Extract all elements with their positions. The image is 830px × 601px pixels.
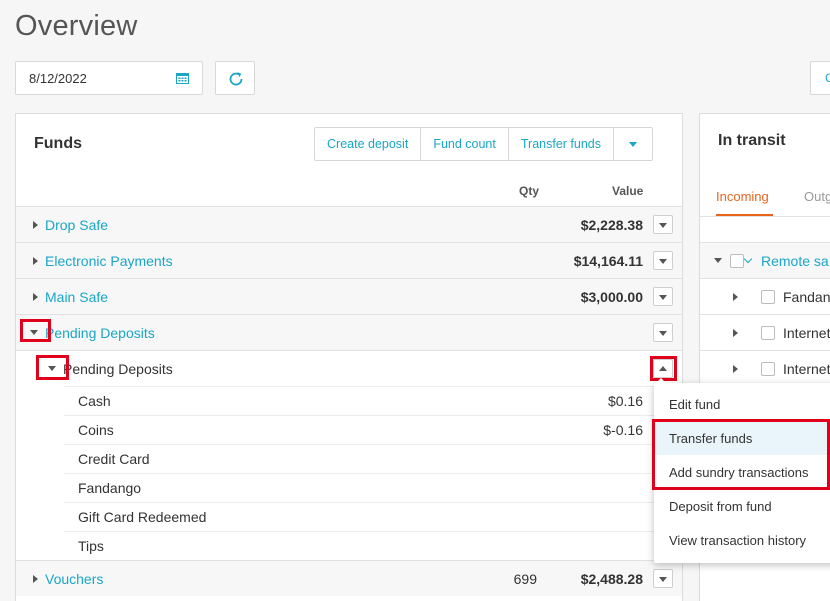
refresh-icon: [229, 72, 243, 86]
expand-icon[interactable]: [33, 575, 38, 583]
fund-label[interactable]: Main Safe: [45, 289, 108, 305]
chevron-down-icon[interactable]: [743, 254, 753, 264]
transit-row[interactable]: Internet: [700, 314, 830, 350]
expand-icon[interactable]: [33, 257, 38, 265]
transit-group-row[interactable]: Remote sa: [700, 242, 830, 278]
row-menu-button[interactable]: [653, 569, 673, 588]
chevron-down-icon: [659, 331, 667, 336]
row-menu-button[interactable]: [653, 287, 673, 306]
calendar-icon[interactable]: [176, 72, 189, 84]
transfer-funds-button[interactable]: Transfer funds: [509, 128, 614, 160]
fund-row-pending-deposits[interactable]: Pending Deposits: [16, 314, 682, 350]
subgroup-label: Pending Deposits: [63, 361, 173, 377]
highlight-box: [36, 355, 69, 380]
tab-incoming[interactable]: Incoming: [716, 189, 769, 204]
chevron-down-icon: [629, 142, 637, 147]
menu-item-edit-fund[interactable]: Edit fund: [654, 387, 830, 421]
list-item: Cash $0.16: [64, 386, 682, 415]
menu-item-view-transaction-history[interactable]: View transaction history: [654, 523, 830, 557]
expand-icon[interactable]: [33, 293, 38, 301]
fund-label[interactable]: Drop Safe: [45, 217, 108, 233]
fund-count-button[interactable]: Fund count: [421, 128, 509, 160]
row-menu-button[interactable]: [653, 251, 673, 270]
transit-row-label: Fandan: [783, 289, 830, 305]
fund-value: $3,000.00: [580, 289, 643, 305]
fund-label[interactable]: Vouchers: [45, 571, 103, 587]
row-menu-button[interactable]: [653, 215, 673, 234]
highlight-box: [652, 419, 830, 490]
fund-value: $14,164.11: [573, 253, 643, 269]
expand-icon[interactable]: [33, 221, 38, 229]
funds-panel: Funds Create deposit Fund count Transfer…: [15, 113, 683, 601]
expand-icon[interactable]: [733, 329, 738, 337]
list-item: Fandango: [64, 473, 682, 502]
transit-group-label[interactable]: Remote sa: [761, 253, 829, 269]
chevron-down-icon: [659, 223, 667, 228]
tab-outgoing[interactable]: Outg: [804, 189, 830, 204]
item-label: Tips: [78, 538, 104, 554]
expand-icon[interactable]: [733, 293, 738, 301]
menu-notch: [656, 378, 666, 383]
funds-action-group: Create deposit Fund count Transfer funds: [314, 127, 653, 161]
column-header-qty: Qty: [519, 184, 540, 198]
fund-row-main-safe[interactable]: Main Safe $3,000.00: [16, 278, 682, 314]
item-label: Cash: [78, 393, 111, 409]
fund-row-drop-safe[interactable]: Drop Safe $2,228.38: [16, 206, 682, 242]
select-checkbox[interactable]: [730, 254, 744, 268]
fund-row-vouchers[interactable]: Vouchers 699 $2,488.28: [16, 560, 682, 596]
create-deposit-button[interactable]: Create deposit: [315, 128, 422, 160]
chevron-down-icon: [659, 577, 667, 582]
expand-icon[interactable]: [733, 365, 738, 373]
item-label: Gift Card Redeemed: [78, 509, 207, 525]
row-menu-button[interactable]: [653, 323, 673, 342]
list-item: Coins $-0.16: [64, 415, 682, 444]
list-item: Credit Card: [64, 444, 682, 473]
menu-item-deposit-from-fund[interactable]: Deposit from fund: [654, 489, 830, 523]
fund-row-electronic-payments[interactable]: Electronic Payments $14,164.11: [16, 242, 682, 278]
refresh-button[interactable]: [215, 61, 255, 95]
more-actions-button[interactable]: [614, 128, 652, 160]
item-label: Coins: [78, 422, 114, 438]
tab-divider: [700, 216, 830, 217]
highlight-box: [20, 319, 51, 342]
edge-button[interactable]: C: [810, 61, 830, 95]
date-picker-input[interactable]: 8/12/2022: [15, 61, 203, 95]
chevron-down-icon: [659, 295, 667, 300]
transit-row-label: Internet: [783, 325, 830, 341]
fund-value: $2,228.38: [580, 217, 643, 233]
transit-row-label: Internet: [783, 361, 830, 377]
page-title: Overview: [15, 10, 138, 42]
item-label: Fandango: [78, 480, 142, 496]
funds-title: Funds: [34, 135, 82, 152]
select-checkbox[interactable]: [761, 290, 775, 304]
fund-value: $2,488.28: [580, 571, 643, 587]
fund-qty: 699: [513, 571, 537, 587]
fund-label[interactable]: Electronic Payments: [45, 253, 173, 269]
list-item: Tips: [64, 531, 682, 560]
select-checkbox[interactable]: [761, 326, 775, 340]
transit-row[interactable]: Fandan: [700, 278, 830, 314]
column-header-value: Value: [612, 184, 644, 198]
item-label: Credit Card: [78, 451, 150, 467]
transit-row[interactable]: Internet: [700, 350, 830, 386]
list-item: Gift Card Redeemed: [64, 502, 682, 531]
fund-label[interactable]: Pending Deposits: [45, 325, 155, 341]
chevron-down-icon: [659, 259, 667, 264]
date-value: 8/12/2022: [29, 71, 87, 86]
item-value: $-0.16: [603, 422, 643, 438]
item-value: $0.16: [607, 393, 643, 409]
in-transit-title: In transit: [718, 132, 786, 149]
collapse-icon[interactable]: [714, 258, 722, 263]
subgroup-row-pending-deposits[interactable]: Pending Deposits: [16, 350, 682, 386]
select-checkbox[interactable]: [761, 362, 775, 376]
